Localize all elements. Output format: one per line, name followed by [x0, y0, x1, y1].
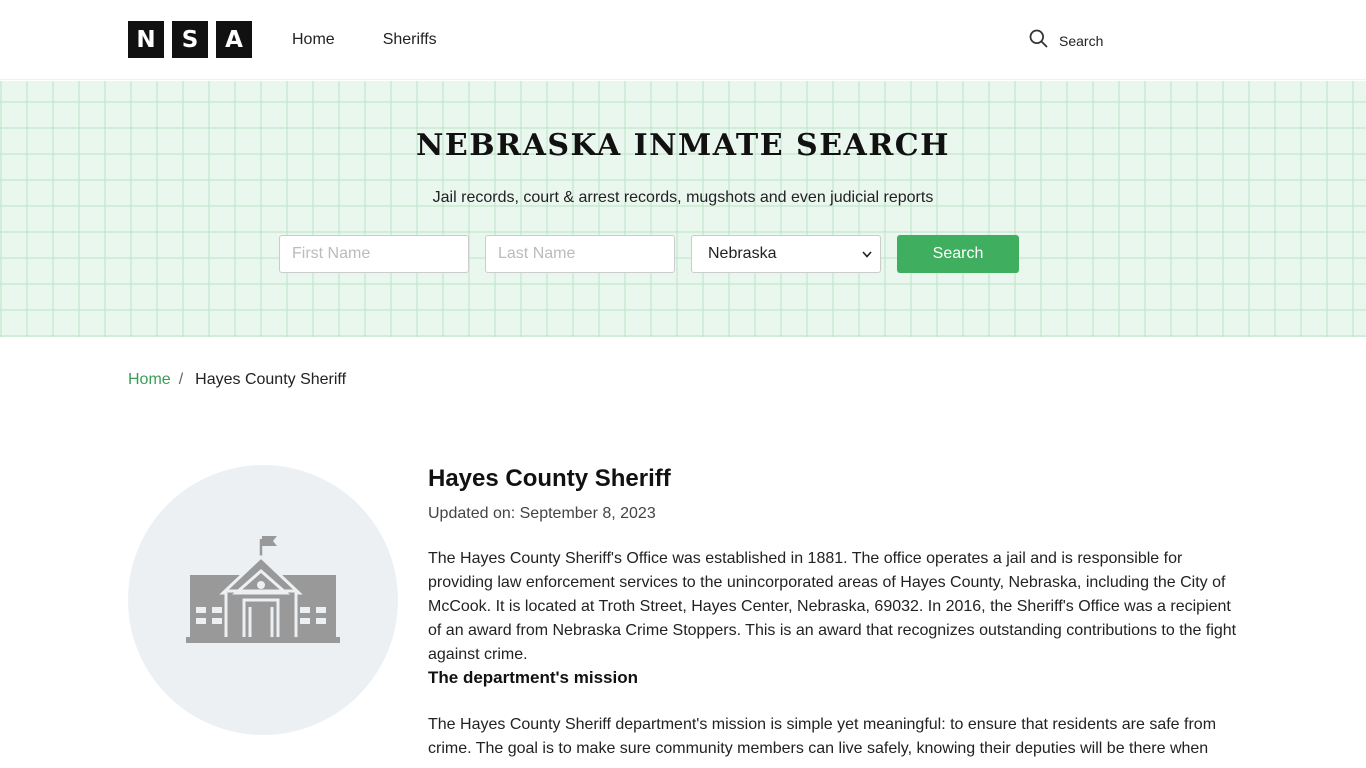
- logo-letter-n: N: [128, 21, 164, 58]
- search-button[interactable]: Search: [897, 235, 1019, 273]
- updated-date: Updated on: September 8, 2023: [428, 505, 656, 522]
- breadcrumb-home-link[interactable]: Home: [128, 371, 171, 389]
- article-title: Hayes County Sheriff: [428, 465, 671, 492]
- mission-heading: The department's mission: [428, 668, 638, 687]
- main-nav: Home Sheriffs: [292, 30, 485, 50]
- chevron-down-icon: [862, 245, 872, 263]
- nsa-logo[interactable]: N S A: [128, 21, 252, 58]
- header-search-button[interactable]: Search: [1029, 29, 1103, 53]
- nav-home-link[interactable]: Home: [292, 30, 335, 50]
- first-name-input[interactable]: [279, 235, 469, 273]
- sheriff-office-image: [128, 465, 398, 735]
- state-select-value: Nebraska: [708, 245, 777, 262]
- search-icon: [1029, 29, 1048, 53]
- state-select[interactable]: Nebraska: [691, 235, 881, 273]
- sheriff-article: Hayes County Sheriff Updated on: Septemb…: [428, 465, 1240, 761]
- government-building-icon: [186, 536, 340, 643]
- header-search-label: Search: [1059, 33, 1104, 49]
- breadcrumb: Home / Hayes County Sheriff: [128, 371, 346, 389]
- breadcrumb-separator: /: [178, 371, 184, 388]
- hero-subtitle: Jail records, court & arrest records, mu…: [432, 189, 934, 206]
- breadcrumb-current: Hayes County Sheriff: [195, 371, 347, 388]
- nav-sheriffs-link[interactable]: Sheriffs: [383, 30, 437, 50]
- logo-letter-s: S: [172, 21, 208, 58]
- article-paragraph: The Hayes County Sheriff's Office was es…: [428, 550, 1237, 663]
- hero-title: NEBRASKA INMATE SEARCH: [416, 128, 950, 163]
- mission-paragraph: The Hayes County Sheriff department's mi…: [428, 716, 1217, 757]
- site-header: N S A Home Sheriffs Search: [0, 0, 1366, 80]
- hero-search-section: NEBRASKA INMATE SEARCH Jail records, cou…: [0, 81, 1366, 337]
- last-name-input[interactable]: [485, 235, 675, 273]
- logo-letter-a: A: [216, 21, 252, 58]
